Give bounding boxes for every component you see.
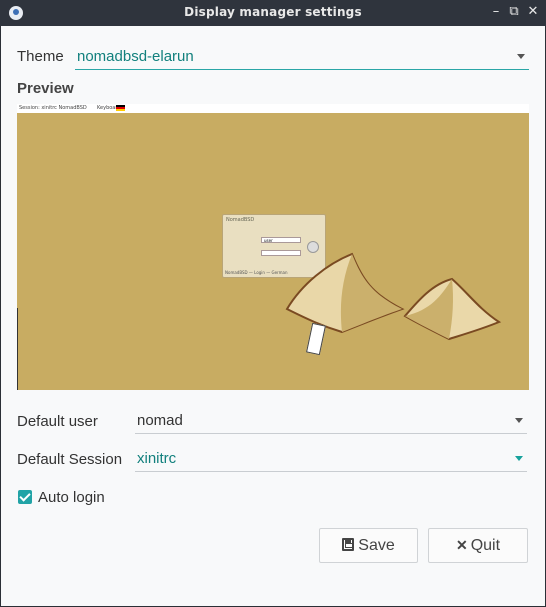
preview-edge-line [17,308,18,390]
theme-preview-image: Session: xinitrc NomadBSD Keyboard Nomad… [17,104,529,390]
save-icon [342,538,355,551]
default-user-label: Default user [17,413,98,430]
save-button[interactable]: Save [319,528,418,563]
default-user-value: nomad [137,412,183,429]
auto-login-label[interactable]: Auto login [38,489,105,506]
preview-heading: Preview [17,80,74,97]
auto-login-checkbox[interactable] [18,490,32,504]
window-title: Display manager settings [184,5,362,19]
quit-button-label: Quit [470,537,501,554]
chevron-down-icon [515,456,523,461]
theme-combobox[interactable]: nomadbsd-elarun [75,44,529,70]
dialog-body: Theme nomadbsd-elarun Preview Session: x… [1,26,545,606]
close-icon: ✕ [455,537,468,553]
default-session-label: Default Session [17,451,123,468]
dune-large-shadow-shape [340,254,402,332]
default-user-combobox[interactable]: nomad [135,408,527,434]
chevron-down-icon [515,418,523,423]
maximize-icon[interactable]: ⧉ [506,4,522,20]
minimize-icon[interactable]: – [488,4,504,20]
chevron-down-icon [517,54,525,59]
preview-decoration [285,252,502,341]
title-bar: Display manager settings – ⧉ ✕ [0,0,546,26]
close-icon[interactable]: ✕ [525,4,541,20]
default-session-combobox[interactable]: xinitrc [135,446,527,472]
quit-button[interactable]: ✕ Quit [428,528,528,563]
default-session-value: xinitrc [137,450,177,467]
theme-label: Theme [17,48,64,65]
theme-value: nomadbsd-elarun [77,48,194,65]
dm-settings-window: Display manager settings – ⧉ ✕ Theme nom… [0,0,546,607]
save-button-label: Save [358,537,395,554]
